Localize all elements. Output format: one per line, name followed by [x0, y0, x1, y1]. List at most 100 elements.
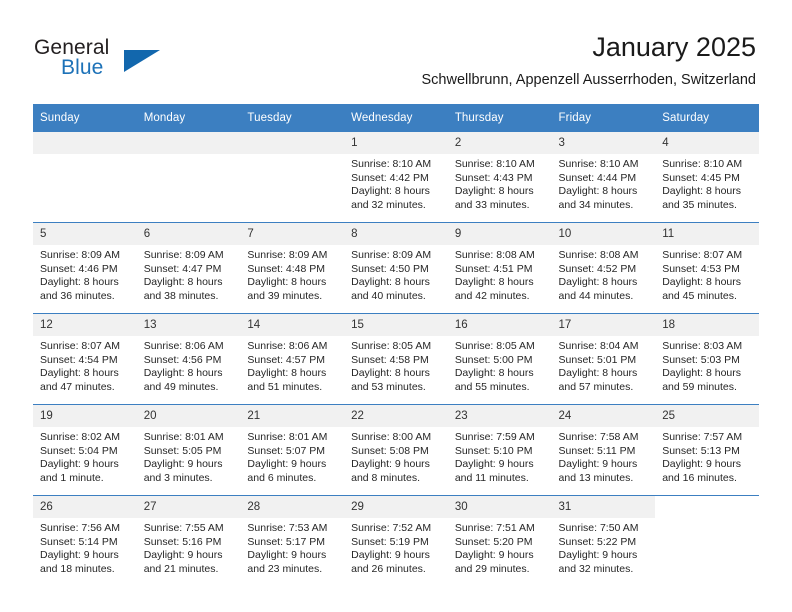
- daylight-duration-line2: and 16 minutes.: [662, 471, 737, 484]
- day-number: 18: [655, 314, 759, 336]
- sunset-time: Sunset: 4:51 PM: [454, 262, 533, 275]
- daylight-duration-line1: Daylight: 8 hours: [454, 276, 534, 288]
- calendar-day-cell[interactable]: 7 Sunrise: 8:09 AM Sunset: 4:48 PM Daylight…: [240, 222, 345, 314]
- daylight-duration-line1: Daylight: 9 hours: [454, 458, 534, 470]
- calendar-day-cell[interactable]: 29 Sunrise: 7:52 AM Sunset: 5:19 PM Dayligh…: [344, 495, 448, 586]
- calendar-day-cell[interactable]: 11 Sunrise: 8:07 AM Sunset: 4:53 PM Dayligh…: [655, 222, 759, 314]
- calendar-day-cell[interactable]: 10 Sunrise: 8:08 AM Sunset: 4:52 PM Dayligh…: [551, 222, 656, 314]
- day-sun-info: Sunrise: 8:09 AM Sunset: 4:50 PM Daylight:…: [344, 245, 448, 303]
- day-sun-info: Sunrise: 8:01 AM Sunset: 5:05 PM Daylight:…: [137, 427, 241, 485]
- sunset-time: Sunset: 5:13 PM: [662, 444, 740, 457]
- calendar-day-cell[interactable]: 26 Sunrise: 7:56 AM Sunset: 5:14 PM Dayligh…: [33, 495, 137, 586]
- calendar-day-cell[interactable]: 3 Sunrise: 8:10 AM Sunset: 4:44 PM Daylight…: [551, 132, 656, 223]
- page-header: General Blue January 2025 Schwellbrunn, …: [0, 0, 792, 100]
- logo-text-blue: Blue: [61, 56, 104, 79]
- calendar-day-cell[interactable]: 18 Sunrise: 8:03 AM Sunset: 5:03 PM Dayligh…: [655, 313, 759, 405]
- day-sun-info: Sunrise: 8:07 AM Sunset: 4:54 PM Daylight:…: [33, 336, 137, 394]
- daylight-duration-line2: and 33 minutes.: [454, 198, 530, 211]
- day-number: 11: [655, 223, 759, 245]
- sunrise-time: Sunrise: 8:01 AM: [143, 431, 224, 443]
- daylight-duration-line2: and 35 minutes.: [662, 198, 737, 211]
- day-number: 23: [447, 405, 552, 427]
- calendar-day-cell[interactable]: 13 Sunrise: 8:06 AM Sunset: 4:56 PM Dayligh…: [136, 313, 241, 405]
- day-number: 16: [447, 314, 552, 336]
- day-number: [33, 132, 137, 154]
- calendar-day-cell[interactable]: 9 Sunrise: 8:08 AM Sunset: 4:51 PM Daylight…: [447, 222, 552, 314]
- day-sun-info: Sunrise: 8:00 AM Sunset: 5:08 PM Daylight:…: [344, 427, 448, 485]
- sunset-time: Sunset: 4:48 PM: [247, 262, 326, 275]
- calendar-day-cell[interactable]: 31 Sunrise: 7:50 AM Sunset: 5:22 PM Dayligh…: [551, 495, 656, 586]
- day-number: 6: [136, 223, 241, 245]
- calendar-day-cell[interactable]: 1 Sunrise: 8:10 AM Sunset: 4:42 PM Daylight…: [344, 132, 448, 223]
- sunset-time: Sunset: 5:11 PM: [558, 444, 636, 457]
- sunrise-time: Sunrise: 8:09 AM: [351, 249, 432, 261]
- daylight-duration-line1: Daylight: 9 hours: [351, 549, 430, 561]
- calendar-day-cell-empty: [33, 132, 137, 223]
- general-blue-logo[interactable]: General Blue: [34, 36, 214, 84]
- sunrise-time: Sunrise: 7:56 AM: [40, 522, 120, 534]
- calendar-header-row: Sunday Monday Tuesday Wednesday Thursday Frid…: [33, 104, 759, 132]
- daylight-duration-line1: Daylight: 8 hours: [351, 276, 430, 288]
- day-number: 12: [33, 314, 137, 336]
- daylight-duration-line1: Daylight: 9 hours: [558, 458, 638, 470]
- day-sun-info: Sunrise: 7:50 AM Sunset: 5:22 PM Daylight:…: [552, 518, 656, 576]
- sunset-time: Sunset: 5:16 PM: [143, 535, 222, 548]
- day-number: 10: [551, 223, 656, 245]
- calendar-day-cell[interactable]: 6 Sunrise: 8:09 AM Sunset: 4:47 PM Daylight…: [136, 222, 241, 314]
- calendar-day-cell[interactable]: 17 Sunrise: 8:04 AM Sunset: 5:01 PM Dayligh…: [551, 313, 656, 405]
- day-sun-info: Sunrise: 8:04 AM Sunset: 5:01 PM Daylight:…: [552, 336, 656, 394]
- calendar-day-cell[interactable]: 20 Sunrise: 8:01 AM Sunset: 5:05 PM Dayligh…: [136, 404, 241, 496]
- daylight-duration-line2: and 21 minutes.: [143, 562, 219, 575]
- daylight-duration-line2: and 11 minutes.: [454, 471, 529, 484]
- calendar-day-cell[interactable]: 24 Sunrise: 7:58 AM Sunset: 5:11 PM Dayligh…: [551, 404, 656, 496]
- calendar-day-cell[interactable]: 12 Sunrise: 8:07 AM Sunset: 4:54 PM Dayligh…: [33, 313, 137, 405]
- daylight-duration-line1: Daylight: 8 hours: [143, 276, 223, 288]
- sunrise-time: Sunrise: 8:04 AM: [558, 340, 639, 352]
- calendar-day-cell[interactable]: 19 Sunrise: 8:02 AM Sunset: 5:04 PM Dayligh…: [33, 404, 137, 496]
- daylight-duration-line2: and 6 minutes.: [247, 471, 317, 484]
- calendar-day-cell[interactable]: 4 Sunrise: 8:10 AM Sunset: 4:45 PM Daylight…: [655, 132, 759, 223]
- weekday-header-saturday: Saturday: [655, 104, 759, 132]
- daylight-duration-line2: and 51 minutes.: [247, 380, 323, 393]
- day-number: 14: [240, 314, 345, 336]
- daylight-duration-line1: Daylight: 8 hours: [247, 276, 327, 288]
- calendar-day-cell[interactable]: 5 Sunrise: 8:09 AM Sunset: 4:46 PM Daylight…: [33, 222, 137, 314]
- daylight-duration-line2: and 40 minutes.: [351, 289, 426, 302]
- weekday-header-wednesday: Wednesday: [344, 104, 448, 132]
- sunset-time: Sunset: 5:20 PM: [454, 535, 533, 548]
- calendar-day-cell[interactable]: 25 Sunrise: 7:57 AM Sunset: 5:13 PM Dayligh…: [655, 404, 759, 496]
- sunrise-time: Sunrise: 7:50 AM: [558, 522, 639, 534]
- sunset-time: Sunset: 5:05 PM: [143, 444, 222, 457]
- calendar-day-cell[interactable]: 8 Sunrise: 8:09 AM Sunset: 4:50 PM Daylight…: [344, 222, 448, 314]
- daylight-duration-line2: and 34 minutes.: [558, 198, 634, 211]
- calendar-day-cell[interactable]: 28 Sunrise: 7:53 AM Sunset: 5:17 PM Dayligh…: [240, 495, 345, 586]
- calendar-day-cell[interactable]: 14 Sunrise: 8:06 AM Sunset: 4:57 PM Dayligh…: [240, 313, 345, 405]
- day-number: 9: [447, 223, 552, 245]
- day-number: 27: [136, 496, 241, 518]
- day-number: 21: [240, 405, 345, 427]
- calendar-day-cell[interactable]: 21 Sunrise: 8:01 AM Sunset: 5:07 PM Dayligh…: [240, 404, 345, 496]
- calendar-day-cell[interactable]: 15 Sunrise: 8:05 AM Sunset: 4:58 PM Dayligh…: [344, 313, 448, 405]
- calendar-day-cell[interactable]: 23 Sunrise: 7:59 AM Sunset: 5:10 PM Dayligh…: [447, 404, 552, 496]
- calendar-day-cell[interactable]: 16 Sunrise: 8:05 AM Sunset: 5:00 PM Dayligh…: [447, 313, 552, 405]
- day-number: 3: [551, 132, 656, 154]
- day-sun-info: Sunrise: 8:08 AM Sunset: 4:52 PM Daylight:…: [552, 245, 656, 303]
- calendar-day-cell[interactable]: 27 Sunrise: 7:55 AM Sunset: 5:16 PM Dayligh…: [136, 495, 241, 586]
- day-sun-info: Sunrise: 8:02 AM Sunset: 5:04 PM Daylight:…: [33, 427, 137, 485]
- calendar-day-cell[interactable]: 2 Sunrise: 8:10 AM Sunset: 4:43 PM Daylight…: [447, 132, 552, 223]
- calendar-week-row: 12 Sunrise: 8:07 AM Sunset: 4:54 PM Dayligh…: [33, 313, 759, 405]
- page-title: January 2025: [592, 32, 756, 62]
- calendar-day-cell[interactable]: 22 Sunrise: 8:00 AM Sunset: 5:08 PM Dayligh…: [344, 404, 448, 496]
- day-number: 13: [136, 314, 241, 336]
- day-sun-info: Sunrise: 7:55 AM Sunset: 5:16 PM Daylight:…: [137, 518, 241, 576]
- sunset-time: Sunset: 5:04 PM: [40, 444, 118, 457]
- sunrise-time: Sunrise: 7:58 AM: [558, 431, 639, 443]
- sunrise-time: Sunrise: 7:53 AM: [247, 522, 328, 534]
- daylight-duration-line1: Daylight: 8 hours: [662, 276, 742, 288]
- calendar-day-cell[interactable]: 30 Sunrise: 7:51 AM Sunset: 5:20 PM Dayligh…: [447, 495, 552, 586]
- daylight-duration-line2: and 1 minute.: [40, 471, 104, 484]
- sunrise-time: Sunrise: 8:06 AM: [247, 340, 328, 352]
- sunrise-time: Sunrise: 8:01 AM: [247, 431, 328, 443]
- weekday-header-tuesday: Tuesday: [240, 104, 345, 132]
- sunset-time: Sunset: 4:58 PM: [351, 353, 429, 366]
